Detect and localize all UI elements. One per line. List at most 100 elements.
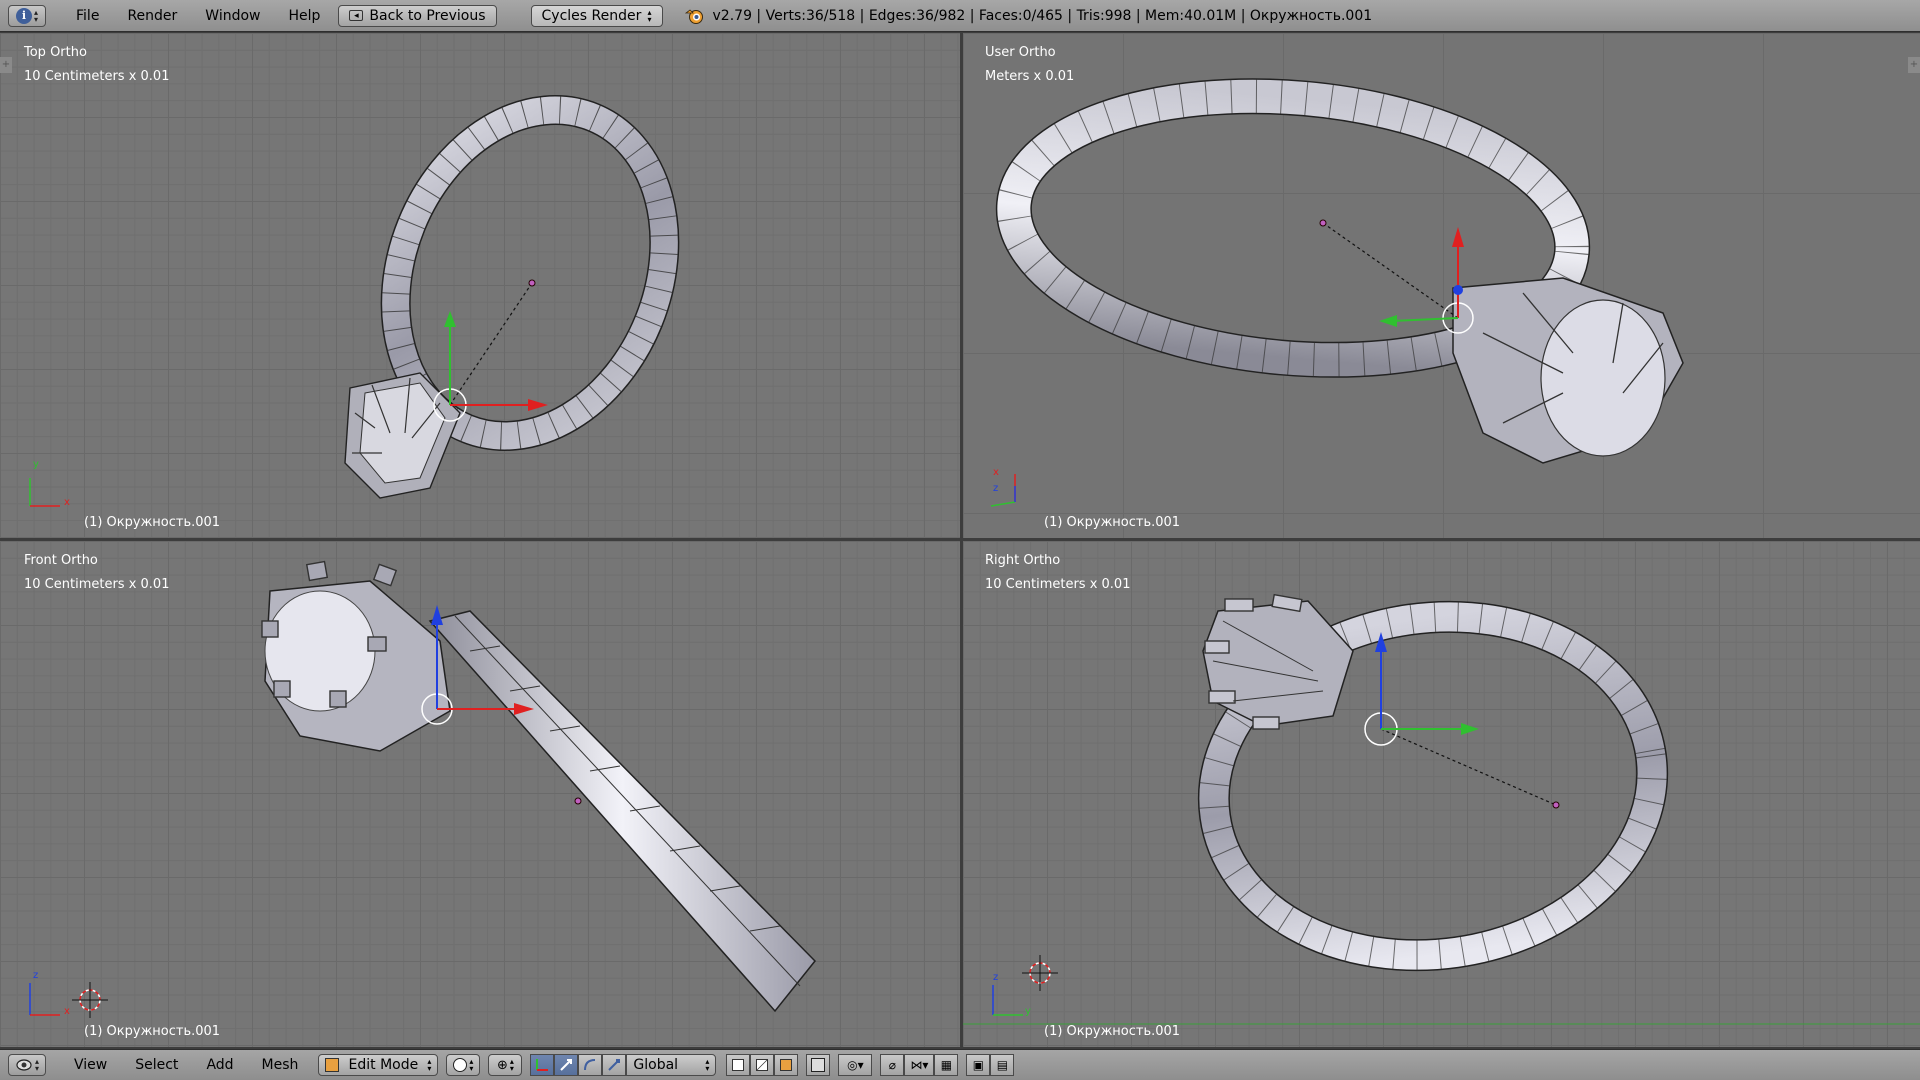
proportional-edit-icon: ◎▾ xyxy=(847,1058,864,1072)
editor-type-selector[interactable]: i ▴ ▾ xyxy=(8,4,46,27)
grid-scale: 10 Centimeters x 0.01 xyxy=(24,577,170,592)
editor-type-selector[interactable]: ▴ ▾ xyxy=(8,1054,46,1076)
blender-logo-icon xyxy=(684,8,703,24)
opengl-render-still[interactable]: ▣ xyxy=(966,1054,991,1076)
axis-label-x: x xyxy=(64,497,70,508)
3d-view-header: ▴ ▾ View Select Add Mesh Edit Mode ▴ ▾ ▴ ▾ … xyxy=(0,1049,1920,1080)
back-screen-icon: ◂ xyxy=(349,10,364,21)
face-select-icon xyxy=(780,1059,793,1071)
menu-mesh[interactable]: Mesh xyxy=(248,1057,313,1073)
render-engine-value: Cycles Render xyxy=(541,7,642,24)
menu-file[interactable]: File xyxy=(62,8,113,24)
viewport-right-ortho[interactable]: z y Right Ortho 10 Centimeters x 0.01 (1… xyxy=(963,541,1920,1047)
back-to-previous-label: Back to Previous xyxy=(369,7,486,24)
clapperboard-icon: ▤ xyxy=(996,1058,1009,1072)
axis-label-z: z xyxy=(33,970,39,981)
active-object-label: (1) Окружность.001 xyxy=(1044,515,1181,530)
interaction-mode-value: Edit Mode xyxy=(348,1057,419,1073)
snapping-toolbar: ⌀ ⋈▾ ▦ xyxy=(880,1054,959,1076)
ring-mesh-right-view xyxy=(963,593,1920,1025)
occlude-toolbar xyxy=(806,1054,831,1076)
snap-target[interactable]: ▦ xyxy=(934,1054,959,1076)
ring-mesh-user-view xyxy=(995,78,1684,464)
snap-toggle[interactable]: ⌀ xyxy=(880,1054,905,1076)
updown-arrows-icon: ▴ ▾ xyxy=(427,1057,432,1073)
axis-label-y: y xyxy=(1025,1006,1031,1017)
translate-manipulator[interactable] xyxy=(554,1054,579,1076)
pivot-point-select[interactable]: ⊕ ▴ ▾ xyxy=(488,1054,523,1076)
edit-mode-icon xyxy=(325,1058,340,1072)
vertex-select-icon xyxy=(732,1059,745,1071)
render-engine-select[interactable]: Cycles Render ▴ ▾ xyxy=(530,4,663,27)
select-mode-toolbar xyxy=(726,1054,799,1076)
occlude-geometry-icon xyxy=(811,1058,826,1072)
transform-orientation-value: Global xyxy=(633,1057,679,1073)
back-to-previous-button[interactable]: ◂ Back to Previous xyxy=(338,4,497,27)
viewport-top-ortho[interactable]: + y x Top Ortho 10 Centimeters x 0.01 (1… xyxy=(0,33,960,538)
active-object-label: (1) Окружность.001 xyxy=(84,1024,221,1039)
translate-arrow-icon xyxy=(560,1059,573,1071)
snap-grid-icon: ▦ xyxy=(940,1058,953,1072)
axis-label-z: z xyxy=(993,972,999,983)
ring-mesh-front-view xyxy=(72,560,817,1018)
axis-label-x: x xyxy=(64,1006,70,1017)
opengl-render-animation[interactable]: ▤ xyxy=(990,1054,1015,1076)
menu-window[interactable]: Window xyxy=(191,8,274,24)
viewport-name: User Ortho xyxy=(985,45,1056,60)
updown-arrows-icon: ▴ ▾ xyxy=(469,1057,474,1073)
updown-arrows-icon: ▴ ▾ xyxy=(705,1057,710,1073)
menu-render[interactable]: Render xyxy=(113,8,191,24)
main-menu: File Render Window Help xyxy=(62,8,334,24)
render-toolbar: ▣ ▤ xyxy=(966,1054,1015,1076)
axis-label-z: z xyxy=(993,483,999,494)
info-header: i ▴ ▾ File Render Window Help ◂ Back to P… xyxy=(0,0,1920,32)
ring-mesh-top-view xyxy=(344,95,680,499)
menu-select[interactable]: Select xyxy=(121,1057,192,1073)
edge-select-mode[interactable] xyxy=(750,1054,775,1076)
3d-view-menu: View Select Add Mesh xyxy=(60,1057,312,1073)
updown-arrows-icon: ▴ ▾ xyxy=(33,7,38,24)
magnet-icon: ⌀ xyxy=(888,1058,897,1072)
rotate-manipulator[interactable] xyxy=(578,1054,603,1076)
manipulator-axes-icon xyxy=(536,1059,549,1071)
grid-scale: 10 Centimeters x 0.01 xyxy=(985,577,1131,592)
active-object-label: (1) Окружность.001 xyxy=(1044,1024,1181,1039)
proportional-edit-select[interactable]: ◎▾ xyxy=(838,1054,873,1076)
grid-scale: 10 Centimeters x 0.01 xyxy=(24,69,170,84)
proportional-edit-toolbar: ◎▾ xyxy=(838,1054,873,1076)
grid-scale: Meters x 0.01 xyxy=(985,69,1075,84)
pivot-point-icon: ⊕ xyxy=(496,1057,508,1073)
viewport-shading-select[interactable]: ▴ ▾ xyxy=(446,1054,481,1076)
menu-view[interactable]: View xyxy=(60,1057,121,1073)
face-select-mode[interactable] xyxy=(774,1054,799,1076)
viewport-front-ortho[interactable]: z x Front Ortho 10 Centimeters x 0.01 (1… xyxy=(0,541,960,1047)
active-object-label: (1) Окружность.001 xyxy=(84,515,221,530)
viewport-user-ortho[interactable]: + x z User Ortho Meters x 0.01 (1) Окруж… xyxy=(963,33,1920,538)
axis-label-x: x xyxy=(993,467,999,478)
snap-increment-icon: ⋈▾ xyxy=(910,1058,929,1072)
transform-orientation-select[interactable]: Global ▴ ▾ xyxy=(626,1054,717,1076)
interaction-mode-select[interactable]: Edit Mode ▴ ▾ xyxy=(318,1054,439,1076)
manipulator-toolbar: Global ▴ ▾ xyxy=(530,1054,717,1076)
3d-view-icon xyxy=(16,1059,32,1071)
manipulator-toggle[interactable] xyxy=(530,1054,555,1076)
vertex-select-mode[interactable] xyxy=(726,1054,751,1076)
scale-handle-icon xyxy=(608,1059,621,1071)
shading-solid-icon xyxy=(453,1058,468,1072)
edge-select-icon xyxy=(756,1059,769,1071)
updown-arrows-icon: ▴ ▾ xyxy=(34,1057,39,1073)
camera-icon: ▣ xyxy=(972,1058,985,1072)
updown-arrows-icon: ▴ ▾ xyxy=(647,7,652,24)
menu-add[interactable]: Add xyxy=(192,1057,247,1073)
limit-selection-to-visible[interactable] xyxy=(806,1054,831,1076)
updown-arrows-icon: ▴ ▾ xyxy=(509,1057,514,1073)
scale-manipulator[interactable] xyxy=(602,1054,627,1076)
axis-label-y: y xyxy=(33,459,39,470)
viewport-name: Top Ortho xyxy=(24,45,87,60)
menu-help[interactable]: Help xyxy=(274,8,334,24)
rotate-arc-icon xyxy=(584,1059,596,1071)
scene-statistics: v2.79 | Verts:36/518 | Edges:36/982 | Fa… xyxy=(712,7,1373,24)
viewport-name: Right Ortho xyxy=(985,553,1061,568)
viewport-name: Front Ortho xyxy=(24,553,98,568)
snap-element-select[interactable]: ⋈▾ xyxy=(904,1054,935,1076)
